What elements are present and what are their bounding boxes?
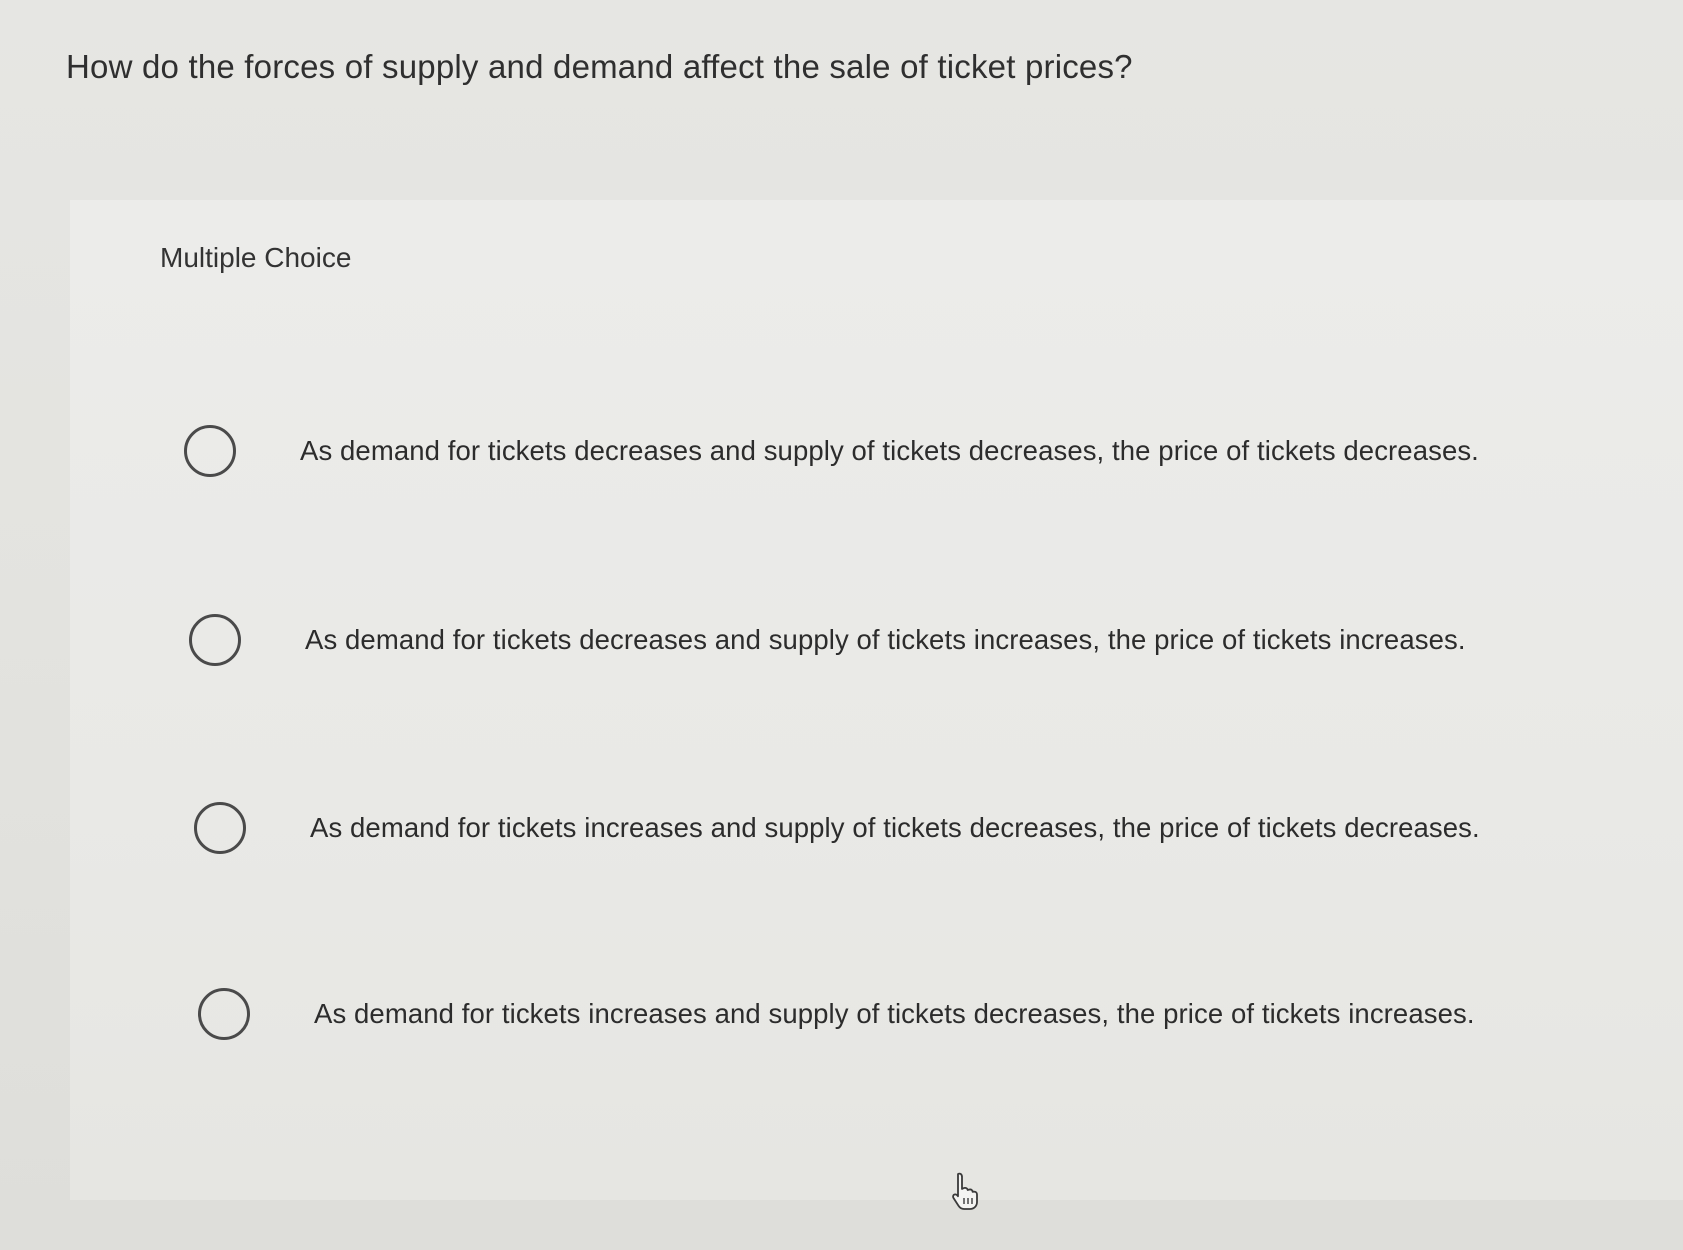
hand-pointer-cursor-icon bbox=[952, 1172, 978, 1210]
answer-option-1[interactable]: As demand for tickets decreases and supp… bbox=[184, 425, 1479, 477]
answer-option-4-text[interactable]: As demand for tickets increases and supp… bbox=[314, 998, 1475, 1030]
multiple-choice-label: Multiple Choice bbox=[160, 242, 352, 273]
radio-button-icon[interactable] bbox=[189, 614, 241, 666]
answer-option-1-text[interactable]: As demand for tickets decreases and supp… bbox=[300, 435, 1479, 467]
answer-option-3-text[interactable]: As demand for tickets increases and supp… bbox=[310, 812, 1480, 844]
answer-option-2-text[interactable]: As demand for tickets decreases and supp… bbox=[305, 624, 1466, 656]
radio-button-icon[interactable] bbox=[194, 802, 246, 854]
multiple-choice-panel: Multiple Choice As demand for tickets de… bbox=[70, 200, 1683, 1200]
answer-option-3[interactable]: As demand for tickets increases and supp… bbox=[194, 802, 1480, 854]
question-text: How do the forces of supply and demand a… bbox=[66, 48, 1133, 85]
answer-option-2[interactable]: As demand for tickets decreases and supp… bbox=[189, 614, 1466, 666]
radio-button-icon[interactable] bbox=[198, 988, 250, 1040]
radio-button-icon[interactable] bbox=[184, 425, 236, 477]
answer-option-4[interactable]: As demand for tickets increases and supp… bbox=[198, 988, 1475, 1040]
